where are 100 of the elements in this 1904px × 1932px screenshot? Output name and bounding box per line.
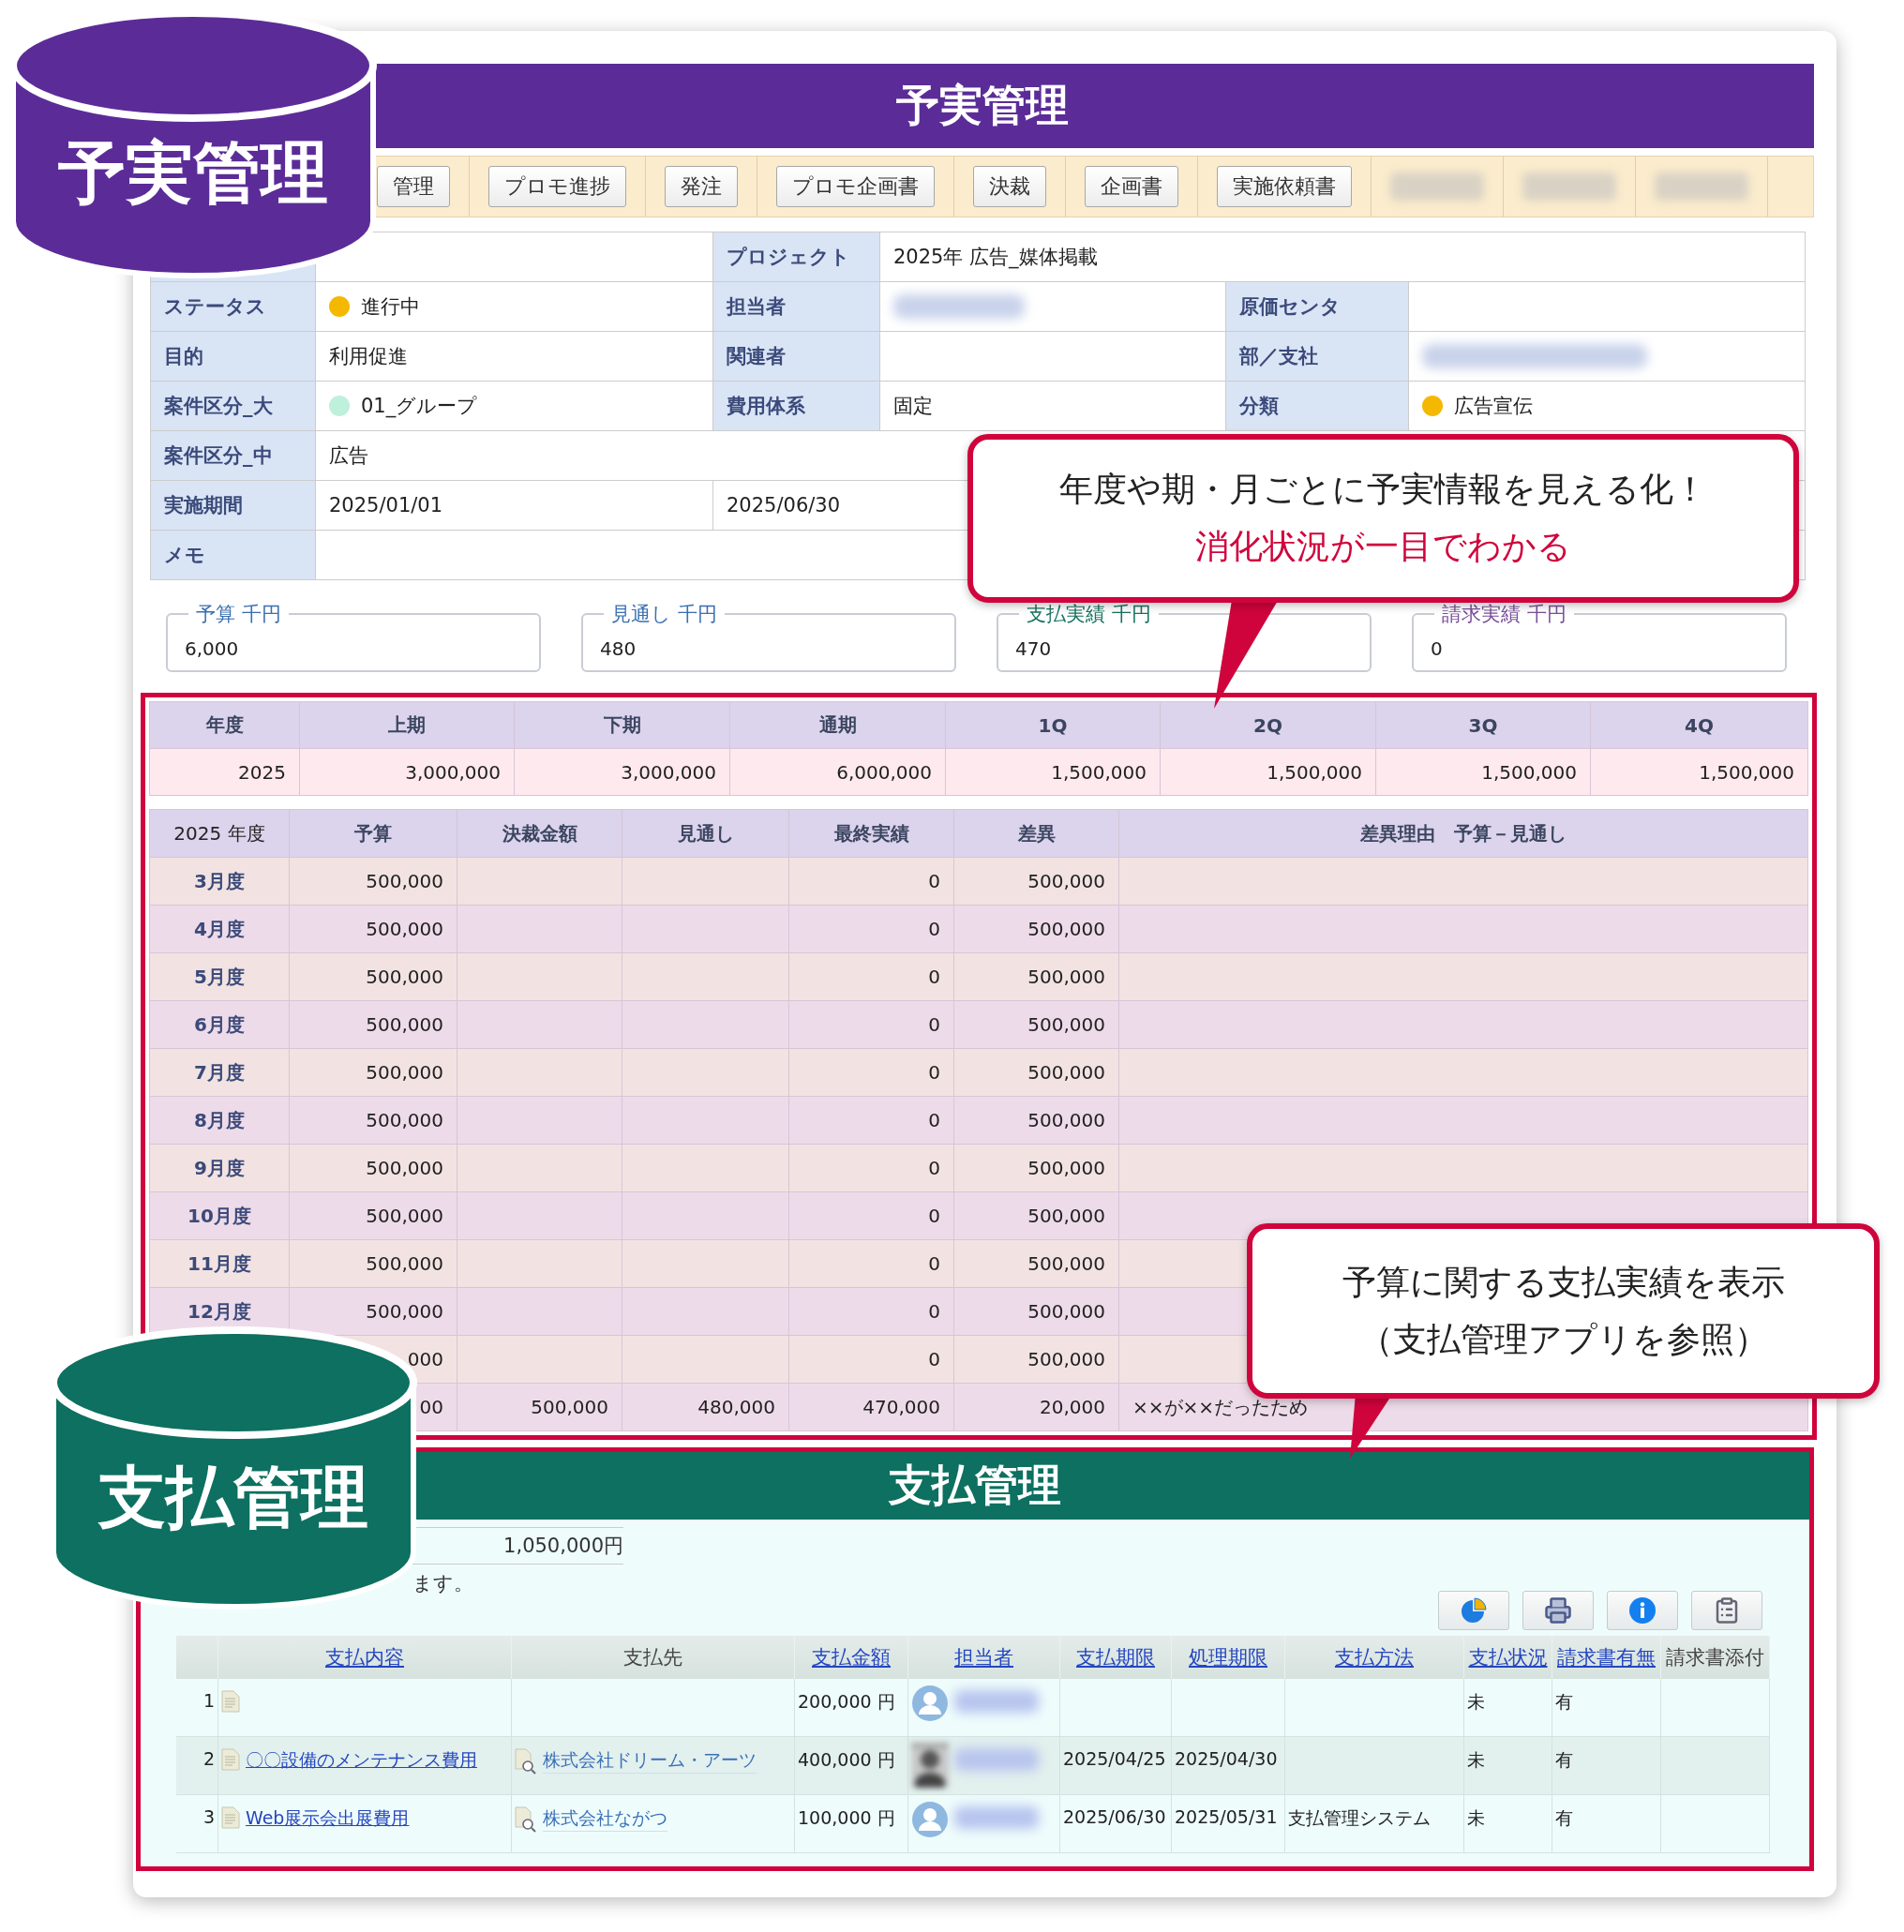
table-cell: 0 xyxy=(789,1336,954,1384)
field-value: 470 xyxy=(1015,637,1052,660)
table-cell: 0 xyxy=(789,1049,954,1097)
print-button[interactable] xyxy=(1522,1591,1594,1630)
field-value: 利用促進 xyxy=(316,332,713,382)
table-cell: 500,000 xyxy=(290,1240,457,1288)
field-value: 固定 xyxy=(880,382,1226,431)
field-label: 目的 xyxy=(151,332,316,382)
table-cell: 470,000 xyxy=(789,1384,954,1431)
field-label: 原価センタ xyxy=(1226,282,1409,332)
tab-button[interactable]: プロモ企画書 xyxy=(776,166,935,207)
table-cell: 2025/04/30 xyxy=(1172,1737,1285,1795)
info-icon xyxy=(1628,1596,1657,1625)
field-legend: 支払実績 千円 xyxy=(1019,601,1159,627)
column-header: 下期 xyxy=(515,702,730,749)
table-cell: 0 xyxy=(789,1288,954,1336)
column-header: 見通し xyxy=(622,810,789,858)
note-text: ます。 xyxy=(412,1571,474,1596)
tab-button[interactable]: 実施依頼書 xyxy=(1217,166,1352,207)
table-cell: 500,000 xyxy=(954,858,1119,906)
field-label: 費用体系 xyxy=(713,382,880,431)
item-link[interactable]: Web展示会出展費用 xyxy=(246,1806,410,1831)
table-cell: 3,000,000 xyxy=(300,749,515,796)
info-button[interactable] xyxy=(1607,1591,1678,1630)
field-value: 広告宣伝 xyxy=(1454,394,1533,419)
column-header: 上期 xyxy=(300,702,515,749)
table-cell: 1,500,000 xyxy=(1376,749,1591,796)
row-header: 3月度 xyxy=(150,858,290,906)
field-label: メモ xyxy=(151,531,316,580)
table-cell: 0 xyxy=(789,953,954,1001)
table-cell: 500,000 xyxy=(954,1288,1119,1336)
table-cell: 2025/05/31 xyxy=(1172,1795,1285,1853)
table-cell: 500,000 xyxy=(457,1384,622,1431)
table-cell: 2025 xyxy=(150,749,300,796)
table-cell: 0 xyxy=(789,1192,954,1240)
field-value: 0 xyxy=(1431,637,1443,660)
callout-text: （支払管理アプリを参照） xyxy=(1358,1318,1768,1360)
field-value: 6,000 xyxy=(185,637,239,660)
column-header: 3Q xyxy=(1376,702,1591,749)
payee-link[interactable]: 株式会社ドリーム・アーツ xyxy=(543,1748,757,1774)
table-cell: 0 xyxy=(789,1145,954,1192)
table-cell: 500,000 xyxy=(290,953,457,1001)
table-cell: 500,000 xyxy=(954,1049,1119,1097)
field-legend: 見通し 千円 xyxy=(604,601,725,627)
table-cell: 400,000 円 xyxy=(795,1737,908,1795)
field-value: 2025年 広告_媒体掲載 xyxy=(880,232,1806,282)
tab-button[interactable]: 発注 xyxy=(665,166,738,207)
tab-button[interactable]: 決裁 xyxy=(973,166,1046,207)
field-label: ステータス xyxy=(151,282,316,332)
table-cell: 支払管理システム xyxy=(1285,1795,1464,1853)
table-cell: 0 xyxy=(789,1001,954,1049)
avatar-icon xyxy=(911,1801,949,1838)
table-cell: 未 xyxy=(1464,1679,1552,1737)
row-number: 1 xyxy=(176,1679,218,1737)
column-header: 差異 xyxy=(954,810,1119,858)
item-link[interactable]: 〇〇設備のメンテナンス費用 xyxy=(246,1748,477,1773)
table-cell: 0 xyxy=(789,906,954,953)
table-cell: 1,500,000 xyxy=(1161,749,1376,796)
table-cell: 1,500,000 xyxy=(946,749,1161,796)
tab-button[interactable]: プロモ進捗 xyxy=(488,166,626,207)
table-cell: 500,000 xyxy=(954,953,1119,1001)
table-cell: 2025/06/30 xyxy=(1060,1795,1172,1853)
table-cell: 500,000 xyxy=(290,1097,457,1145)
row-number: 3 xyxy=(176,1795,218,1853)
document-search-icon[interactable] xyxy=(515,1748,537,1775)
field-value: 480 xyxy=(600,637,637,660)
row-header: 5月度 xyxy=(150,953,290,1001)
field-label: 分類 xyxy=(1226,382,1409,431)
callout-text: 予算に関する支払実績を表示 xyxy=(1342,1261,1785,1303)
table-cell: 500,000 xyxy=(954,1097,1119,1145)
document-search-icon[interactable] xyxy=(515,1806,537,1833)
row-header: 11月度 xyxy=(150,1240,290,1288)
clipboard-button[interactable] xyxy=(1691,1591,1762,1630)
row-header: 4月度 xyxy=(150,906,290,953)
field-label: 担当者 xyxy=(713,282,880,332)
table-cell: 500,000 xyxy=(954,1240,1119,1288)
table-cell: 500,000 xyxy=(290,858,457,906)
row-header: 9月度 xyxy=(150,1145,290,1192)
tab-button[interactable]: 企画書 xyxy=(1085,166,1178,207)
row-number: 2 xyxy=(176,1737,218,1795)
tab-button[interactable]: 管理 xyxy=(377,166,450,207)
column-header: 4Q xyxy=(1591,702,1808,749)
table-cell: 0 xyxy=(789,858,954,906)
column-header-link[interactable]: 支払内容 xyxy=(325,1644,404,1670)
document-icon xyxy=(221,1748,240,1771)
chart-button[interactable] xyxy=(1438,1591,1509,1630)
table-cell: 未 xyxy=(1464,1737,1552,1795)
table-cell: 500,000 xyxy=(954,1192,1119,1240)
field-label: 関連者 xyxy=(713,332,880,382)
field-value: 進行中 xyxy=(361,294,420,320)
table-cell: 20,000 xyxy=(954,1384,1119,1431)
field-value: 01_グループ xyxy=(361,394,478,419)
payee-link[interactable]: 株式会社ながつ xyxy=(543,1806,667,1832)
table-cell: 500,000 xyxy=(954,1001,1119,1049)
row-header: 7月度 xyxy=(150,1049,290,1097)
pie-chart-icon xyxy=(1460,1596,1488,1625)
table-cell: 500,000 xyxy=(290,906,457,953)
table-cell: 480,000 xyxy=(622,1384,789,1431)
column-header: 予算 xyxy=(290,810,457,858)
table-cell: 2025/04/25 xyxy=(1060,1737,1172,1795)
